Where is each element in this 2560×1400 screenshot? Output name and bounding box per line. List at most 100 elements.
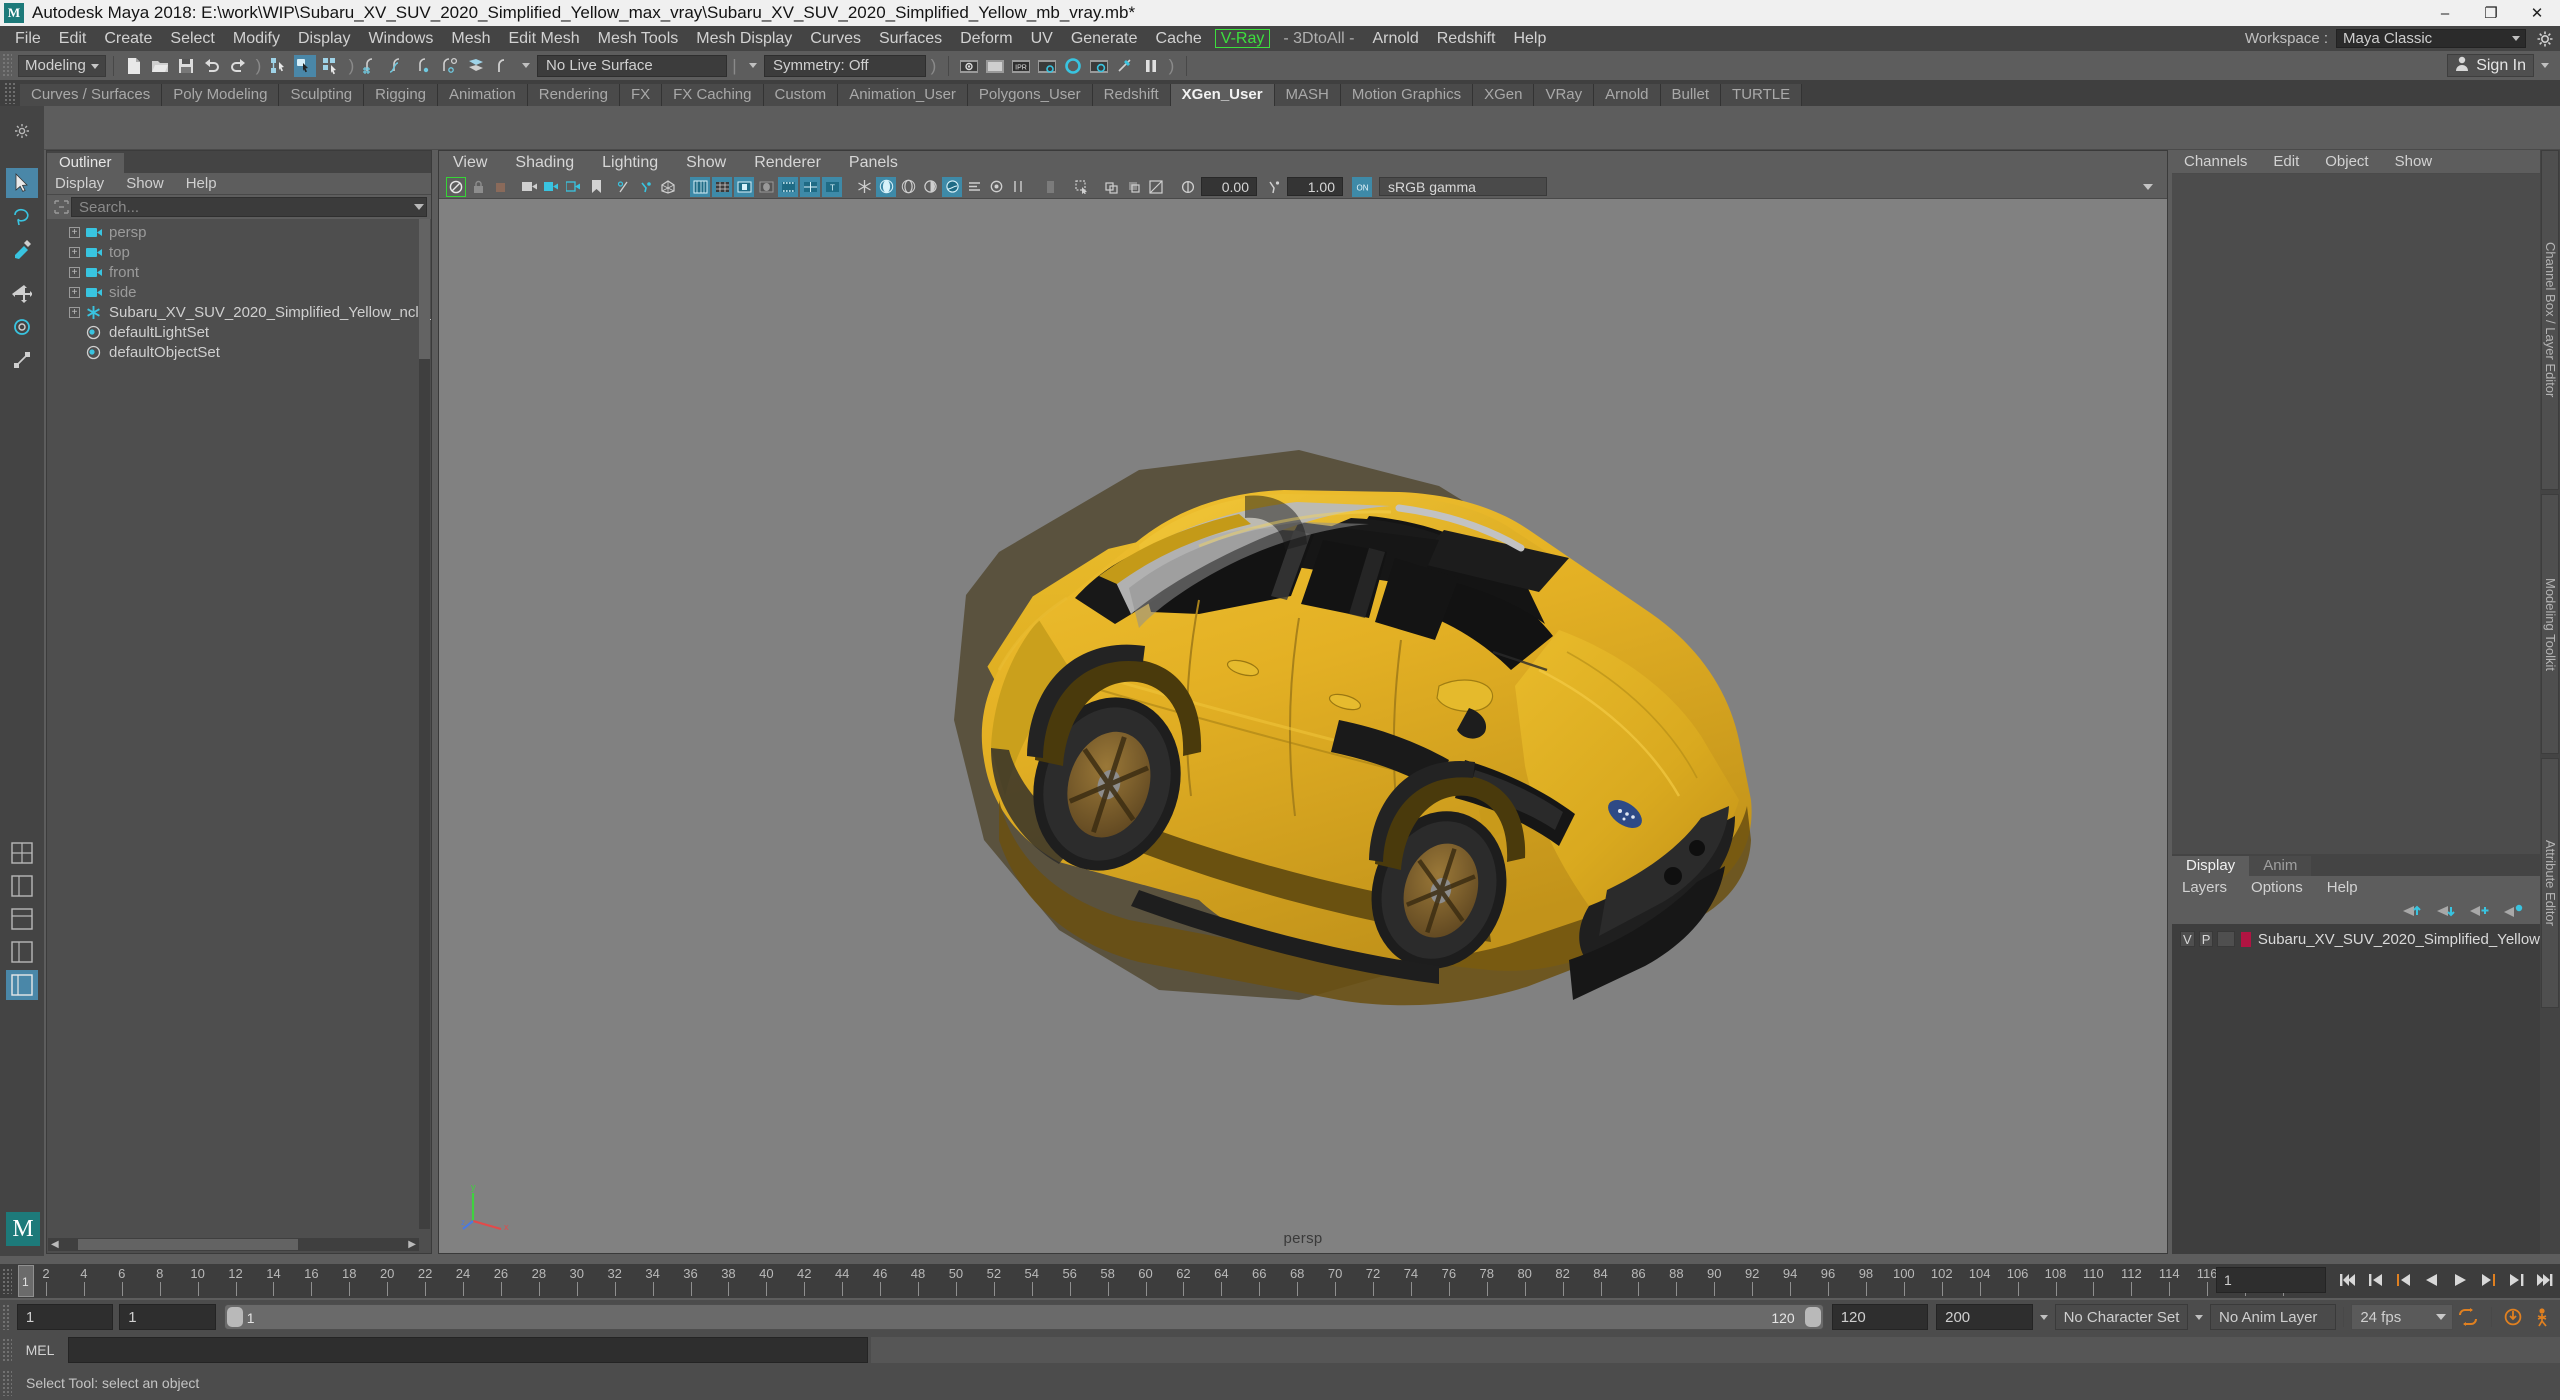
motion-blur-icon[interactable]: [964, 177, 984, 197]
layer-row[interactable]: V P Subaru_XV_SUV_2020_Simplified_Yellow: [2172, 928, 2540, 950]
expand-toggle-icon[interactable]: +: [69, 286, 80, 298]
go-to-end-icon[interactable]: [2530, 1266, 2558, 1294]
layer-type-toggle[interactable]: [2217, 931, 2235, 947]
step-forward-frame-icon[interactable]: [2474, 1266, 2502, 1294]
scrollbar-thumb[interactable]: [77, 1239, 298, 1250]
exposure-field[interactable]: 0.00: [1201, 177, 1257, 196]
viewport-3d-stage[interactable]: y x z persp: [439, 200, 2167, 1253]
outliner-item-front[interactable]: + front: [47, 262, 431, 282]
shelf-tab-xgen[interactable]: XGen: [1473, 84, 1535, 106]
outliner-tab[interactable]: Outliner: [47, 153, 124, 173]
move-layer-up-icon[interactable]: [2398, 901, 2424, 921]
multisample-aa-icon[interactable]: [986, 177, 1006, 197]
animation-preferences-icon[interactable]: [2532, 1305, 2557, 1329]
grid-display-icon[interactable]: [712, 176, 732, 197]
scale-tool-icon[interactable]: [6, 345, 38, 375]
render-settings-icon[interactable]: [1036, 55, 1058, 77]
toolbar-grip[interactable]: [2, 53, 12, 78]
screen-space-ao-icon[interactable]: [942, 176, 962, 197]
shelf-tab-animation[interactable]: Animation: [438, 84, 528, 106]
menu-3dtoall[interactable]: - 3DtoAll -: [1274, 26, 1363, 51]
layer-menu-options[interactable]: Options: [2251, 879, 2303, 896]
outliner-item-default-object-set[interactable]: + defaultObjectSet: [47, 342, 431, 362]
anim-end-field[interactable]: 200: [1936, 1304, 2033, 1330]
scroll-left-icon[interactable]: ◀: [48, 1239, 62, 1250]
play-backwards-icon[interactable]: [2418, 1266, 2446, 1294]
shelf-tab-sculpting[interactable]: Sculpting: [279, 84, 365, 106]
anim-start-field[interactable]: 1: [16, 1304, 114, 1330]
snap-to-point-icon[interactable]: [413, 55, 435, 77]
loop-playback-icon[interactable]: [2456, 1305, 2481, 1329]
menu-mesh-display[interactable]: Mesh Display: [687, 26, 801, 51]
layer-color-swatch[interactable]: [2240, 931, 2251, 947]
layer-menu-layers[interactable]: Layers: [2182, 879, 2227, 896]
new-layer-from-selected-icon[interactable]: [2500, 901, 2526, 921]
menu-cache[interactable]: Cache: [1147, 26, 1211, 51]
snap-to-curve-icon[interactable]: [387, 55, 409, 77]
pause-render-icon[interactable]: [1140, 55, 1162, 77]
undo-icon[interactable]: [201, 55, 223, 77]
expand-toggle-icon[interactable]: +: [69, 246, 80, 258]
auto-keyframe-icon[interactable]: [2502, 1305, 2527, 1329]
rotate-tool-icon[interactable]: [6, 312, 38, 342]
shelf-tab-curves-surfaces[interactable]: Curves / Surfaces: [20, 84, 163, 106]
bookmark-icon[interactable]: [586, 177, 606, 197]
viewport-menu-show[interactable]: Show: [686, 154, 726, 172]
layer-visibility-toggle[interactable]: V: [2180, 931, 2195, 947]
exposure-toggle-icon[interactable]: [1146, 177, 1166, 197]
camera-attributes-icon[interactable]: [490, 177, 510, 197]
shelf-tab-xgen-user[interactable]: XGen_User: [1170, 84, 1275, 106]
go-to-start-icon[interactable]: [2334, 1266, 2362, 1294]
layer-menu-help[interactable]: Help: [2327, 879, 2358, 896]
menu-surfaces[interactable]: Surfaces: [870, 26, 951, 51]
render-view-icon[interactable]: [1088, 55, 1110, 77]
grease-pencil-icon[interactable]: [564, 177, 584, 197]
xray-joints-icon[interactable]: [1102, 177, 1122, 197]
two-d-pan-zoom-icon[interactable]: [542, 177, 562, 197]
gate-mask-icon[interactable]: [778, 176, 798, 197]
playback-speed-dropdown[interactable]: 24 fps: [2351, 1304, 2454, 1330]
select-camera-icon[interactable]: [446, 176, 466, 197]
search-filter-icon[interactable]: [51, 198, 71, 216]
shelf-tab-polygons-user[interactable]: Polygons_User: [967, 84, 1093, 106]
outliner-persp-layout-icon[interactable]: [6, 937, 38, 967]
range-start-field[interactable]: 1: [119, 1304, 216, 1330]
chevron-down-icon[interactable]: [2039, 1314, 2048, 1320]
shadows-icon[interactable]: [920, 177, 940, 197]
menu-windows[interactable]: Windows: [359, 26, 442, 51]
move-layer-down-icon[interactable]: [2432, 901, 2458, 921]
shelf-tab-arnold[interactable]: Arnold: [1594, 84, 1661, 106]
redo-render-icon[interactable]: [984, 55, 1006, 77]
new-scene-icon[interactable]: [123, 55, 145, 77]
command-output-field[interactable]: [871, 1337, 2560, 1363]
use-all-lights-icon[interactable]: [898, 177, 918, 197]
four-view-layout-icon[interactable]: [6, 838, 38, 868]
safe-title-icon[interactable]: T: [822, 176, 842, 197]
menu-select[interactable]: Select: [161, 26, 223, 51]
viewport-menu-shading[interactable]: Shading: [515, 154, 574, 172]
chevron-down-icon[interactable]: [414, 204, 424, 210]
command-language-button[interactable]: MEL: [12, 1337, 68, 1363]
outliner-item-side[interactable]: + side: [47, 282, 431, 302]
close-button[interactable]: ✕: [2514, 0, 2560, 26]
snap-to-grid-icon[interactable]: [361, 55, 383, 77]
play-forwards-icon[interactable]: [2446, 1266, 2474, 1294]
chevron-down-icon[interactable]: [522, 63, 530, 68]
select-tool-icon[interactable]: [6, 168, 38, 198]
step-forward-keyframe-icon[interactable]: [2502, 1266, 2530, 1294]
show-lights-icon[interactable]: [854, 177, 874, 197]
range-end-handle[interactable]: [1804, 1307, 1821, 1327]
menu-redshift[interactable]: Redshift: [1428, 26, 1505, 51]
live-surface-field[interactable]: No Live Surface: [537, 54, 727, 77]
toolbox-settings-icon[interactable]: [6, 116, 38, 146]
outliner-item-subaru-group[interactable]: + Subaru_XV_SUV_2020_Simplified_Yellow_n…: [47, 302, 431, 322]
viewport-menu-lighting[interactable]: Lighting: [602, 154, 658, 172]
menuset-dropdown[interactable]: Modeling: [18, 54, 106, 77]
gear-icon[interactable]: [2536, 30, 2554, 48]
shelf-tab-mash[interactable]: MASH: [1274, 84, 1341, 106]
chevron-down-icon[interactable]: [2541, 63, 2549, 68]
view-transform-reset-icon[interactable]: [1178, 177, 1198, 197]
symmetry-field[interactable]: Symmetry: Off: [764, 54, 926, 77]
timeline-track[interactable]: 1 2 4 6 8 10 12 14 16 18 20 22 24 26 28 30 32 34 36 38 40 42…: [18, 1264, 2294, 1298]
anim-layer-field[interactable]: No Anim Layer: [2210, 1304, 2337, 1330]
